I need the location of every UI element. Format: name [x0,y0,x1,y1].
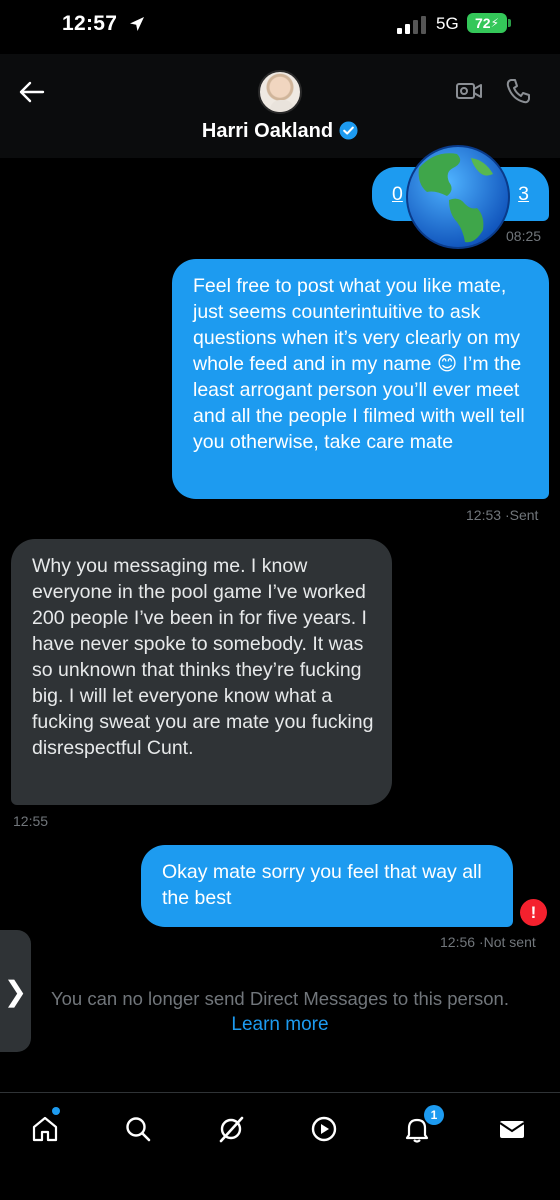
nav-messages[interactable] [494,1111,530,1147]
message-timestamp: 12:56 [440,934,476,950]
charging-icon: ⚡ [490,16,499,30]
home-icon [32,1116,58,1142]
nav-grok[interactable] [213,1111,249,1147]
learn-more-link[interactable]: Learn more [0,1014,560,1036]
message-timestamp: 12:53 [466,507,502,523]
video-camera-icon [456,83,482,99]
contact-name: Harri Oakland [201,120,334,142]
notification-count-badge: 1 [424,1105,444,1125]
back-arrow-icon [19,81,45,103]
verified-badge-icon [339,121,358,140]
battery-tip [508,19,511,27]
contact-avatar[interactable] [258,70,302,114]
message-timestamp: 08:25 [506,228,542,244]
message-text: Why you messaging me. I know everyone in… [32,555,374,759]
bottom-navigation: 1 [0,1092,560,1200]
cellular-signal-icon [397,16,426,34]
message-text: Okay mate sorry you feel that way all th… [162,861,482,909]
location-arrow-icon [130,17,144,31]
battery-level: 72 [474,15,491,31]
status-bar: 12:57 5G 72 ⚡ [0,0,560,54]
globe-emoji-icon [406,145,510,249]
back-button[interactable] [14,74,50,110]
status-time: 12:57 [62,12,118,35]
message-status: Not sent [483,934,536,950]
voice-call-button[interactable] [504,76,534,106]
nav-video[interactable] [306,1111,342,1147]
message-bubble-received[interactable]: Why you messaging me. I know everyone in… [11,539,392,805]
message-link-end[interactable]: 3 [518,181,529,207]
nav-home[interactable] [27,1111,63,1147]
search-icon [126,1117,151,1142]
message-bubble-sent[interactable]: Okay mate sorry you feel that way all th… [141,845,513,927]
message-link-start[interactable]: 0 [392,181,403,207]
battery-indicator: 72 ⚡ [467,13,507,33]
message-text: Feel free to post what you like mate, ju… [193,275,525,453]
video-call-button[interactable] [454,76,484,106]
dm-restricted-notice: You can no longer send Direct Messages t… [51,988,509,1009]
envelope-icon [499,1121,525,1138]
message-meta: 12:53 ·Sent [466,507,538,523]
play-circle-icon [311,1116,337,1142]
send-error-icon[interactable]: ! [520,899,547,926]
message-status: Sent [509,507,539,523]
message-timestamp: 12:55 [13,813,49,829]
grok-icon [219,1116,244,1143]
phone-icon [506,79,530,104]
message-bubble-sent[interactable]: Feel free to post what you like mate, ju… [172,259,549,499]
network-type: 5G [436,14,459,33]
learn-more-label[interactable]: Learn more [231,1014,328,1035]
home-unread-dot [52,1107,60,1115]
message-meta: 12:56 ·Not sent [440,934,536,950]
nav-search[interactable] [120,1111,156,1147]
